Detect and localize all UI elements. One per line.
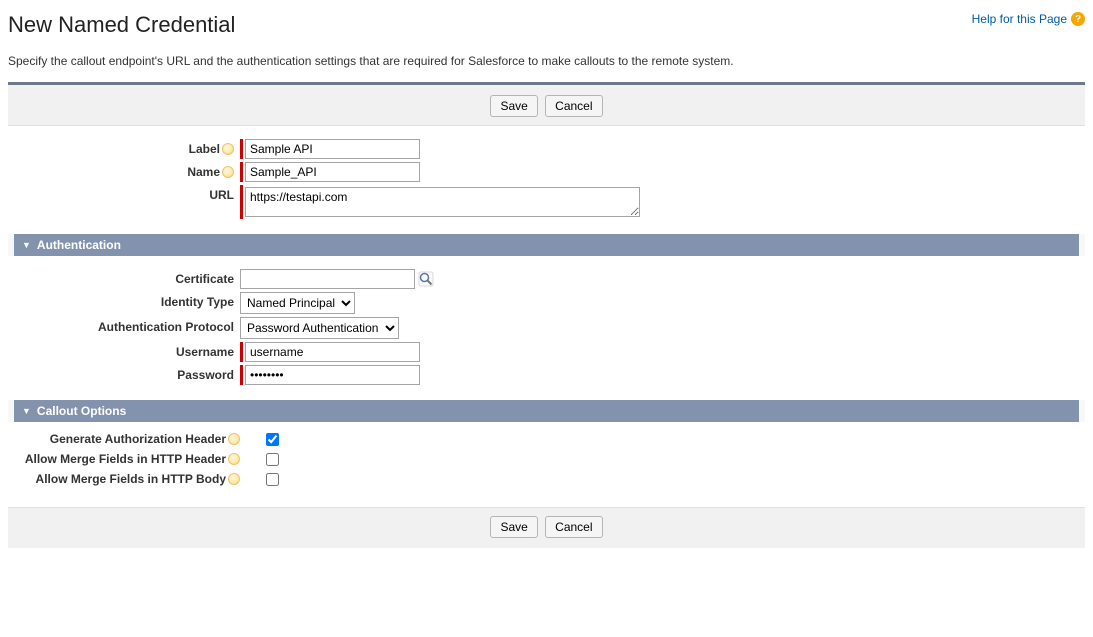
username-label: Username: [176, 345, 234, 359]
merge-header-label: Allow Merge Fields in HTTP Header: [25, 452, 226, 466]
auth-protocol-select[interactable]: Password Authentication: [240, 317, 399, 339]
identity-type-select[interactable]: Named Principal: [240, 292, 355, 314]
info-icon[interactable]: [228, 433, 240, 445]
label-input[interactable]: [245, 139, 420, 159]
collapse-icon: ▼: [22, 406, 31, 416]
certificate-label: Certificate: [175, 272, 234, 286]
auth-section-title: Authentication: [37, 238, 121, 252]
info-icon[interactable]: [222, 143, 234, 155]
merge-header-checkbox[interactable]: [266, 453, 279, 466]
save-button[interactable]: Save: [490, 95, 537, 117]
gen-auth-header-label: Generate Authorization Header: [50, 432, 226, 446]
username-input[interactable]: [245, 342, 420, 362]
url-input[interactable]: https://testapi.com: [245, 187, 640, 217]
lookup-icon[interactable]: [417, 270, 435, 288]
button-bar-bottom: Save Cancel: [8, 507, 1085, 548]
page-description: Specify the callout endpoint's URL and t…: [8, 54, 1085, 68]
name-input[interactable]: [245, 162, 420, 182]
merge-body-label: Allow Merge Fields in HTTP Body: [36, 472, 226, 486]
required-indicator: [240, 162, 243, 182]
required-indicator: [240, 342, 243, 362]
help-icon: ?: [1071, 12, 1085, 26]
help-link[interactable]: Help for this Page ?: [972, 8, 1085, 26]
certificate-input[interactable]: [240, 269, 415, 289]
merge-body-checkbox[interactable]: [266, 473, 279, 486]
identity-type-label: Identity Type: [161, 295, 234, 309]
callout-section-header[interactable]: ▼ Callout Options: [14, 400, 1079, 422]
cancel-button[interactable]: Cancel: [545, 95, 602, 117]
gen-auth-header-checkbox[interactable]: [266, 433, 279, 446]
collapse-icon: ▼: [22, 240, 31, 250]
save-button[interactable]: Save: [490, 516, 537, 538]
callout-section-title: Callout Options: [37, 404, 126, 418]
required-indicator: [240, 185, 243, 219]
info-icon[interactable]: [228, 453, 240, 465]
button-bar-top: Save Cancel: [8, 85, 1085, 126]
required-indicator: [240, 139, 243, 159]
url-label: URL: [209, 188, 234, 202]
password-input[interactable]: [245, 365, 420, 385]
help-link-text: Help for this Page: [972, 12, 1067, 26]
info-icon[interactable]: [228, 473, 240, 485]
info-icon[interactable]: [222, 166, 234, 178]
name-label: Name: [187, 165, 220, 179]
cancel-button[interactable]: Cancel: [545, 516, 602, 538]
auth-section-header[interactable]: ▼ Authentication: [14, 234, 1079, 256]
required-indicator: [240, 365, 243, 385]
form-container: Save Cancel Label Name URL https://testa…: [8, 82, 1085, 548]
label-label: Label: [189, 142, 220, 156]
page-title: New Named Credential: [8, 12, 235, 38]
password-label: Password: [177, 368, 234, 382]
auth-protocol-label: Authentication Protocol: [98, 320, 234, 334]
